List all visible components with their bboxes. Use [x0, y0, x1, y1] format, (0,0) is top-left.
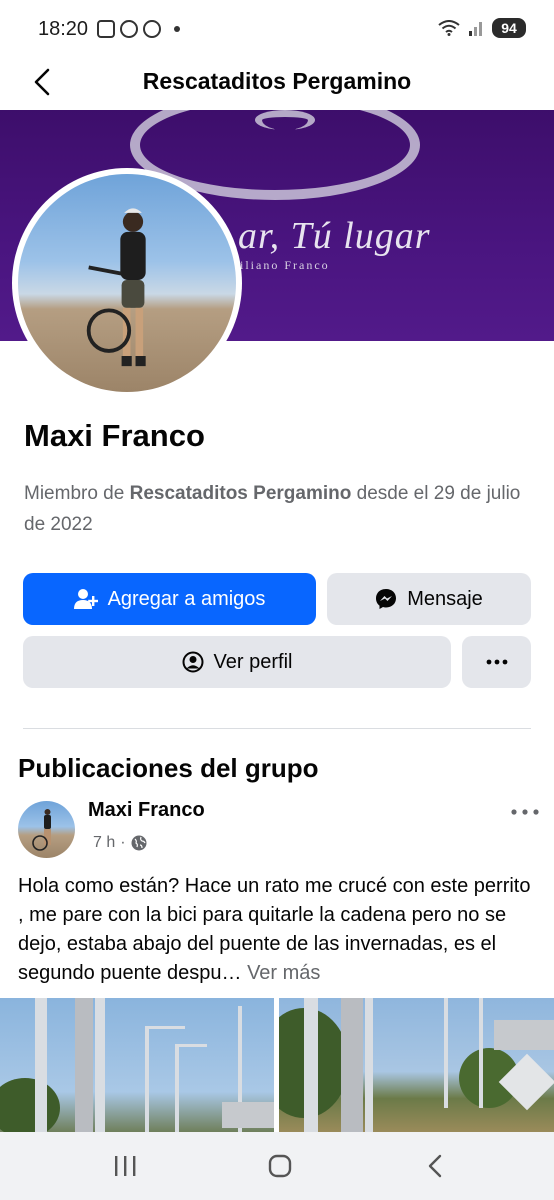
view-profile-button[interactable]: Ver perfil: [23, 636, 451, 688]
photo-pole: [175, 1044, 179, 1132]
photo-pole: [75, 998, 93, 1132]
system-navigation-bar: [0, 1132, 554, 1200]
status-bar: 18:20 94: [0, 0, 554, 60]
wifi-icon: [438, 20, 460, 36]
user-circle-icon: [182, 651, 204, 673]
group-name-link[interactable]: Rescataditos Pergamino: [130, 483, 352, 504]
cover-subtitle: iliano Franco: [240, 258, 330, 272]
cyclist-thumbnail: [32, 809, 51, 851]
status-notification-icons: [97, 20, 180, 38]
post-time[interactable]: 7 h: [93, 834, 115, 852]
top-app-bar: Rescataditos Pergamino: [0, 58, 554, 108]
photo-sign: [222, 1102, 274, 1128]
post-options-button[interactable]: [508, 800, 542, 824]
see-more-link[interactable]: Ver más: [242, 962, 320, 984]
post-body: Hola como están? Hace un rato me crucé c…: [18, 872, 538, 988]
person-plus-icon: [73, 589, 98, 609]
post-meta: 7 h ·: [93, 834, 147, 852]
photo-pole: [175, 1044, 207, 1047]
battery-indicator: 94: [492, 18, 526, 38]
photo-pole: [95, 998, 105, 1132]
member-prefix: Miembro de: [24, 483, 130, 504]
status-time: 18:20: [38, 18, 89, 40]
add-friend-button[interactable]: Agregar a amigos: [23, 573, 316, 625]
photo-pole: [479, 998, 483, 1108]
message-button[interactable]: Mensaje: [327, 573, 531, 625]
more-notifications-icon: [174, 26, 180, 32]
ellipsis-icon: [511, 809, 539, 815]
group-posts-heading: Publicaciones del grupo: [18, 753, 319, 783]
home-icon: [268, 1154, 292, 1178]
signal-icon: [469, 22, 482, 36]
recent-apps-icon: [115, 1156, 136, 1176]
add-friend-label: Agregar a amigos: [107, 587, 266, 610]
screenshot-icon: [97, 20, 115, 38]
system-back-button[interactable]: [415, 1150, 455, 1182]
whatsapp-icon: [143, 20, 161, 38]
photo-pole: [444, 998, 448, 1108]
post-photo-1[interactable]: [0, 998, 274, 1132]
ellipsis-icon: [486, 659, 507, 665]
recent-apps-button[interactable]: [105, 1150, 145, 1182]
meta-separator: ·: [120, 834, 126, 851]
messenger-icon: [376, 589, 397, 609]
post-author-name[interactable]: Maxi Franco: [88, 799, 205, 822]
photo-sign: [494, 1020, 554, 1050]
photo-pole: [365, 998, 373, 1132]
chevron-left-icon: [428, 1154, 442, 1178]
membership-info: Miembro de Rescataditos Pergamino desde …: [24, 478, 534, 540]
cover-logo-ring-small: [255, 110, 315, 130]
photo-pole: [145, 1026, 185, 1029]
more-options-button[interactable]: [462, 636, 531, 688]
photo-pole: [35, 998, 47, 1132]
photo-pole: [304, 998, 318, 1132]
section-divider: [23, 728, 531, 729]
photo-tree: [0, 1078, 60, 1132]
view-profile-label: Ver perfil: [213, 650, 293, 673]
profile-name: Maxi Franco: [24, 418, 205, 453]
globe-icon: [131, 835, 147, 851]
home-button[interactable]: [260, 1150, 300, 1182]
photo-pole: [145, 1026, 149, 1132]
profile-avatar[interactable]: [12, 168, 242, 398]
cover-text: ar, Tú lugar: [238, 215, 431, 257]
page-title: Rescataditos Pergamino: [142, 68, 412, 94]
post-author-avatar[interactable]: [18, 801, 75, 858]
facebook-icon: [120, 20, 138, 38]
photo-pole: [341, 998, 363, 1132]
profile-photo: [18, 174, 236, 392]
post-photo-2[interactable]: [279, 998, 554, 1132]
cyclist-figure: [86, 208, 146, 367]
message-label: Mensaje: [407, 587, 483, 610]
status-system-icons: 94: [438, 18, 526, 38]
